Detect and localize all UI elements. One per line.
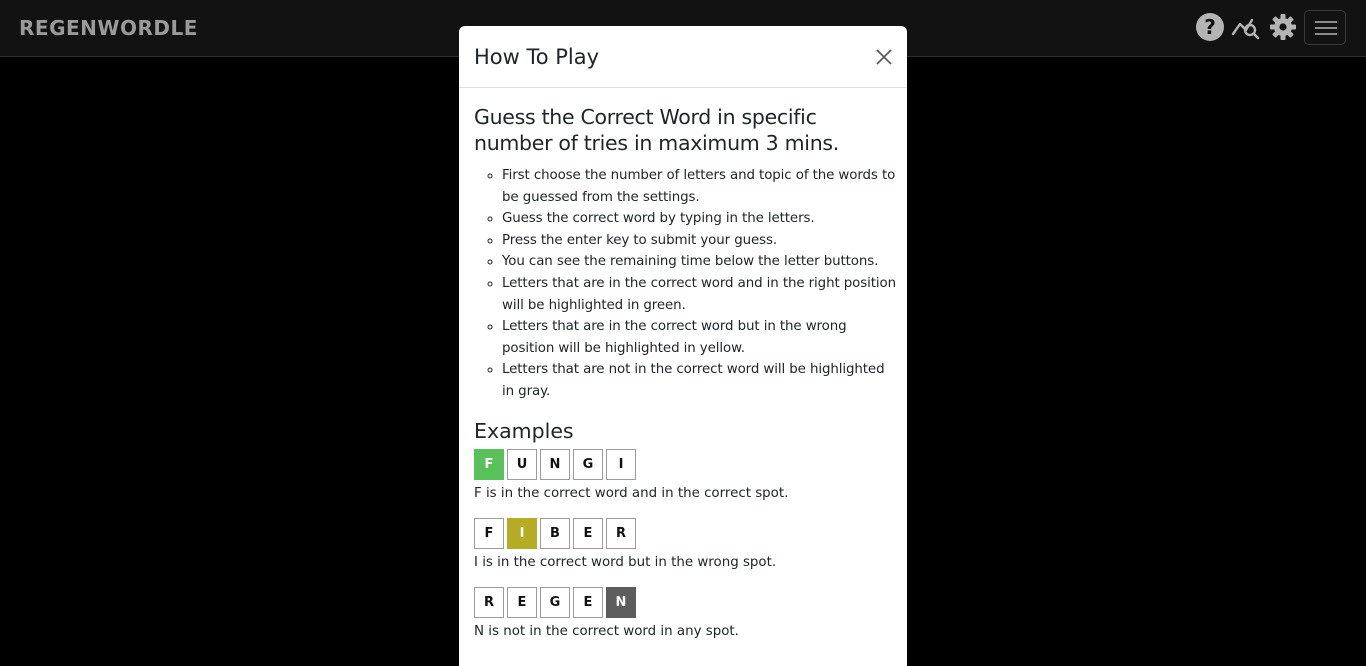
list-item: First choose the number of letters and t… [502,165,896,208]
gear-icon[interactable] [1268,12,1298,42]
examples-heading: Examples [474,418,574,443]
modal-body: Guess the Correct Word in specific numbe… [474,104,896,641]
example-green: F U N G I F is in the correct word and i… [474,448,896,503]
letter-tile: N [540,448,570,480]
modal-title: How To Play [474,45,600,69]
rules-list: First choose the number of letters and t… [474,165,896,403]
letter-tile: F [474,448,504,480]
letter-tile: E [573,586,603,618]
letter-tile: I [507,517,537,549]
list-item: Letters that are in the correct word and… [502,273,896,316]
rules-heading: Guess the Correct Word in specific numbe… [474,105,839,155]
letter-tile: G [573,448,603,480]
letter-tile: E [507,586,537,618]
example-tiles: R E G E N [474,586,896,618]
letter-tile: I [606,448,636,480]
app-logo[interactable]: REGENWORDLE [19,16,198,40]
list-item: Guess the correct word by typing in the … [502,208,896,230]
letter-tile: B [540,517,570,549]
list-item: Letters that are not in the correct word… [502,359,896,402]
example-caption: I is in the correct word but in the wron… [474,554,777,570]
example-gray: R E G E N N is not in the correct word i… [474,586,896,641]
list-item: Press the enter key to submit your guess… [502,230,896,252]
menu-icon [1315,21,1337,23]
modal-header: How To Play [459,26,907,88]
letter-tile: R [474,586,504,618]
letter-tile: G [540,586,570,618]
help-icon[interactable]: ? [1196,13,1224,41]
example-caption: F is in the correct word and in the corr… [474,485,789,501]
letter-tile: N [606,586,636,618]
letter-tile: E [573,517,603,549]
stats-icon[interactable] [1231,12,1261,42]
example-tiles: F I B E R [474,517,896,549]
how-to-play-modal: How To Play Guess the Correct Word in sp… [459,26,907,666]
close-icon[interactable] [875,48,893,66]
letter-tile: R [606,517,636,549]
menu-toggle-button[interactable] [1304,10,1346,45]
letter-tile: U [507,448,537,480]
list-item: You can see the remaining time below the… [502,251,896,273]
example-caption: N is not in the correct word in any spot… [474,623,739,639]
list-item: Letters that are in the correct word but… [502,316,896,359]
example-yellow: F I B E R I is in the correct word but i… [474,517,896,572]
example-tiles: F U N G I [474,448,896,480]
letter-tile: F [474,517,504,549]
